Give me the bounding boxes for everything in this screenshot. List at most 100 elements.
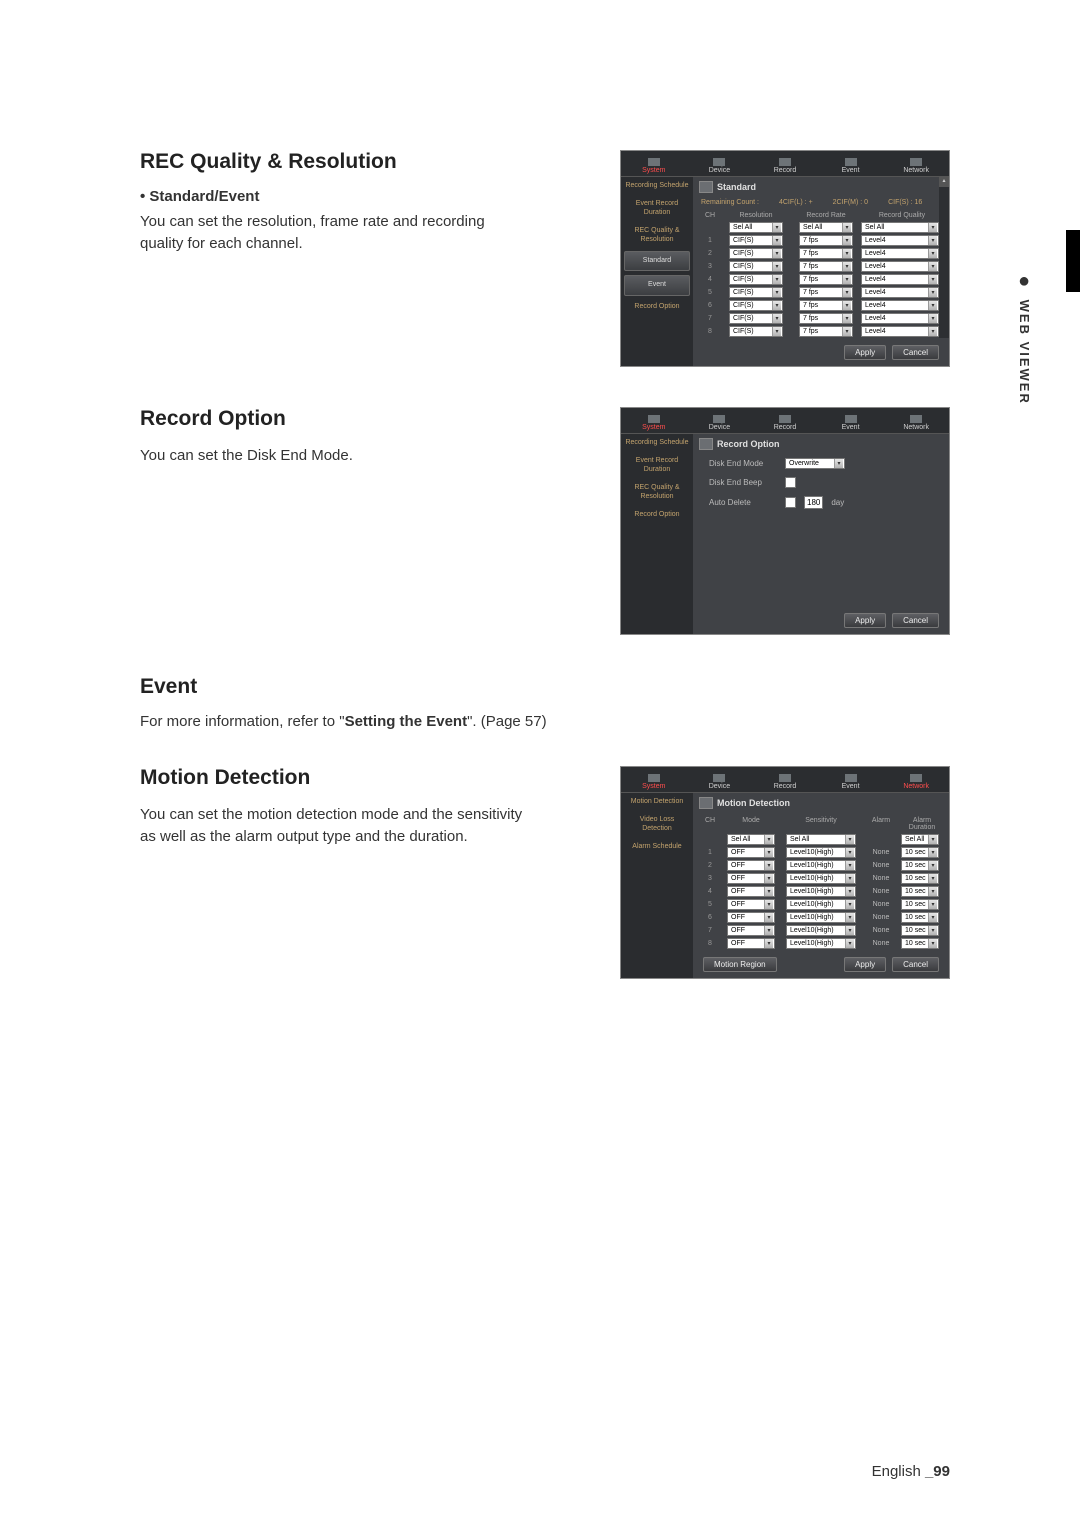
apply-button[interactable]: Apply	[844, 613, 886, 628]
sidebar-event-record-duration[interactable]: Event Record Duration	[621, 195, 693, 222]
select-resolution[interactable]: CIF(S)▾	[729, 313, 783, 324]
sidebar-recording-schedule[interactable]: Recording Schedule	[621, 177, 693, 195]
tab-record[interactable]: Record	[752, 408, 818, 433]
select-rate-all[interactable]: Sel All▾	[799, 222, 853, 233]
select-duration[interactable]: 10 sec▾	[901, 860, 939, 871]
select-mode[interactable]: OFF▾	[727, 847, 775, 858]
select-duration[interactable]: 10 sec▾	[901, 925, 939, 936]
select-resolution[interactable]: CIF(S)▾	[729, 248, 783, 259]
tab-network[interactable]: Network	[883, 767, 949, 792]
select-rate[interactable]: 7 fps▾	[799, 326, 853, 337]
select-duration[interactable]: 10 sec▾	[901, 912, 939, 923]
apply-button[interactable]: Apply	[844, 345, 886, 360]
select-quality[interactable]: Level4▾	[861, 326, 939, 337]
tab-network[interactable]: Network	[883, 151, 949, 176]
select-resolution-all[interactable]: Sel All▾	[729, 222, 783, 233]
tab-system[interactable]: System	[621, 767, 687, 792]
sidebar-motion-detection[interactable]: Motion Detection	[621, 793, 693, 811]
select-duration[interactable]: 10 sec▾	[901, 873, 939, 884]
tab-device[interactable]: Device	[687, 408, 753, 433]
select-quality[interactable]: Level4▾	[861, 248, 939, 259]
select-rate[interactable]: 7 fps▾	[799, 261, 853, 272]
scroll-up-icon[interactable]: ▴	[939, 177, 949, 187]
tab-record[interactable]: Record	[752, 151, 818, 176]
tab-event[interactable]: Event	[818, 408, 884, 433]
select-duration[interactable]: 10 sec▾	[901, 899, 939, 910]
checkbox-disk-end-beep[interactable]	[785, 477, 796, 488]
select-mode[interactable]: OFF▾	[727, 873, 775, 884]
sidebar-alarm-schedule[interactable]: Alarm Schedule	[621, 838, 693, 856]
select-duration[interactable]: 10 sec▾	[901, 886, 939, 897]
chevron-down-icon: ▾	[928, 314, 937, 323]
motion-region-button[interactable]: Motion Region	[703, 957, 777, 972]
table-row: 6OFF▾Level10(High)▾None10 sec▾	[699, 911, 943, 923]
select-resolution[interactable]: CIF(S)▾	[729, 326, 783, 337]
select-sensitivity[interactable]: Level10(High)▾	[786, 925, 856, 936]
select-quality[interactable]: Level4▾	[861, 300, 939, 311]
sidebar-record-option[interactable]: Record Option	[621, 506, 693, 524]
select-mode[interactable]: OFF▾	[727, 925, 775, 936]
select-resolution[interactable]: CIF(S)▾	[729, 287, 783, 298]
select-sensitivity[interactable]: Level10(High)▾	[786, 938, 856, 949]
tab-record[interactable]: Record	[752, 767, 818, 792]
tab-device[interactable]: Device	[687, 151, 753, 176]
sidebar-video-loss[interactable]: Video Loss Detection	[621, 811, 693, 838]
tab-device[interactable]: Device	[687, 767, 753, 792]
select-sensitivity[interactable]: Level10(High)▾	[786, 912, 856, 923]
select-duration[interactable]: 10 sec▾	[901, 847, 939, 858]
select-mode-all[interactable]: Sel All▾	[727, 834, 775, 845]
select-dur-all[interactable]: Sel All▾	[901, 834, 939, 845]
chevron-down-icon: ▾	[772, 262, 781, 271]
select-duration[interactable]: 10 sec▾	[901, 938, 939, 949]
cancel-button[interactable]: Cancel	[892, 957, 939, 972]
select-mode[interactable]: OFF▾	[727, 938, 775, 949]
select-sensitivity[interactable]: Level10(High)▾	[786, 860, 856, 871]
sidebar-recording-schedule[interactable]: Recording Schedule	[621, 434, 693, 452]
select-quality[interactable]: Level4▾	[861, 274, 939, 285]
select-quality[interactable]: Level4▾	[861, 235, 939, 246]
select-resolution[interactable]: CIF(S)▾	[729, 274, 783, 285]
scrollbar[interactable]: ▴	[939, 177, 949, 338]
select-sensitivity[interactable]: Level10(High)▾	[786, 899, 856, 910]
tab-system[interactable]: System	[621, 408, 687, 433]
select-rate[interactable]: 7 fps▾	[799, 300, 853, 311]
select-mode[interactable]: OFF▾	[727, 860, 775, 871]
select-sensitivity[interactable]: Level10(High)▾	[786, 886, 856, 897]
select-mode[interactable]: OFF▾	[727, 899, 775, 910]
select-mode[interactable]: OFF▾	[727, 886, 775, 897]
select-sensitivity[interactable]: Level10(High)▾	[786, 847, 856, 858]
sidebar-record-option[interactable]: Record Option	[621, 298, 693, 316]
sidebar-event-record-duration[interactable]: Event Record Duration	[621, 452, 693, 479]
cancel-button[interactable]: Cancel	[892, 613, 939, 628]
select-quality-all[interactable]: Sel All▾	[861, 222, 939, 233]
tab-system[interactable]: System	[621, 151, 687, 176]
select-sens-all[interactable]: Sel All▾	[786, 834, 856, 845]
sidebar-standard[interactable]: Standard	[624, 251, 690, 271]
panel-title-record-option: Record Option	[693, 434, 949, 454]
spinner-auto-delete[interactable]: 180	[804, 496, 823, 509]
select-rate[interactable]: 7 fps▾	[799, 235, 853, 246]
select-quality[interactable]: Level4▾	[861, 313, 939, 324]
sidebar-rec-quality[interactable]: REC Quality & Resolution	[621, 479, 693, 506]
checkbox-auto-delete[interactable]	[785, 497, 796, 508]
sidebar-rec-quality[interactable]: REC Quality & Resolution	[621, 222, 693, 249]
select-rate[interactable]: 7 fps▾	[799, 287, 853, 298]
panel-icon	[699, 797, 713, 809]
tab-event[interactable]: Event	[818, 151, 884, 176]
select-rate[interactable]: 7 fps▾	[799, 274, 853, 285]
apply-button[interactable]: Apply	[844, 957, 886, 972]
tab-event[interactable]: Event	[818, 767, 884, 792]
sidebar-event[interactable]: Event	[624, 275, 690, 295]
select-sensitivity[interactable]: Level10(High)▾	[786, 873, 856, 884]
select-quality[interactable]: Level4▾	[861, 287, 939, 298]
select-resolution[interactable]: CIF(S)▾	[729, 300, 783, 311]
select-rate[interactable]: 7 fps▾	[799, 248, 853, 259]
cancel-button[interactable]: Cancel	[892, 345, 939, 360]
select-disk-end-mode[interactable]: Overwrite▾	[785, 458, 845, 469]
select-resolution[interactable]: CIF(S)▾	[729, 235, 783, 246]
tab-network[interactable]: Network	[883, 408, 949, 433]
select-resolution[interactable]: CIF(S)▾	[729, 261, 783, 272]
select-quality[interactable]: Level4▾	[861, 261, 939, 272]
select-rate[interactable]: 7 fps▾	[799, 313, 853, 324]
select-mode[interactable]: OFF▾	[727, 912, 775, 923]
